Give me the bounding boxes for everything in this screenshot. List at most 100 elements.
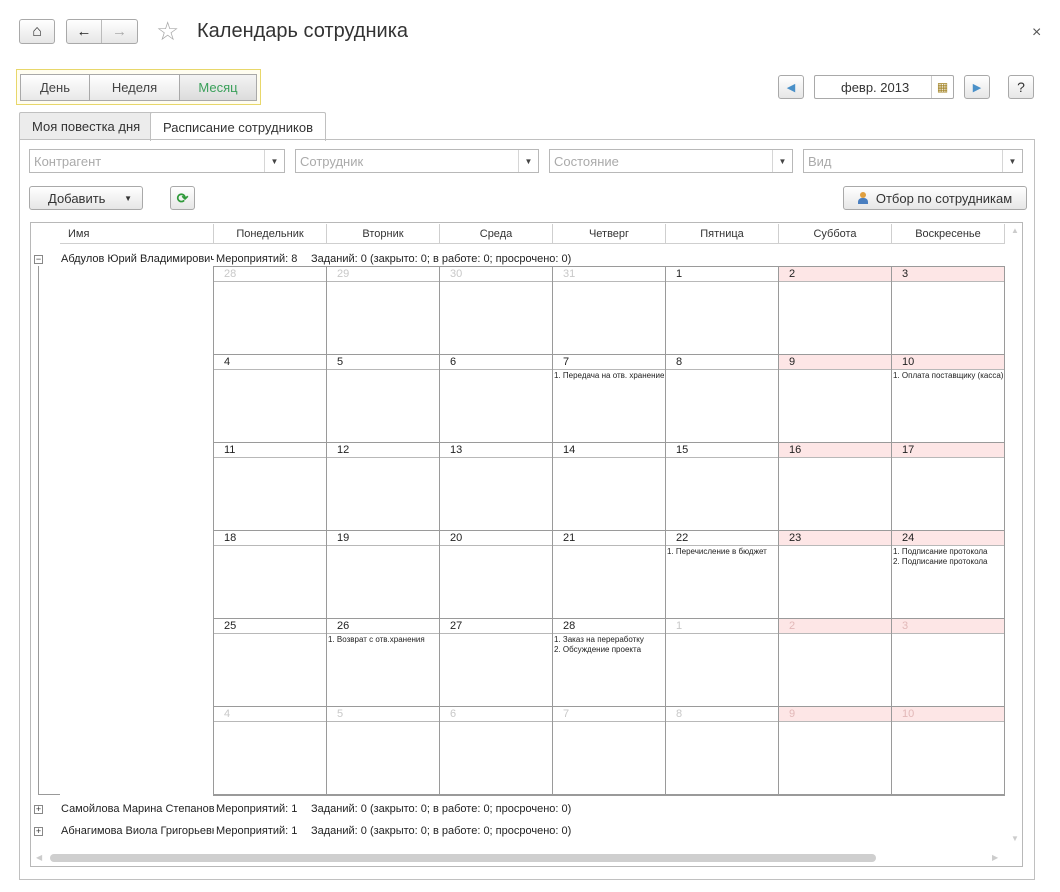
- horizontal-scrollbar[interactable]: [50, 854, 876, 862]
- event-item[interactable]: 1. Заказ на переработку: [554, 635, 664, 645]
- calendar-day-cell[interactable]: 28 1. Заказ на переработку 2. Обсуждение п…: [553, 619, 666, 707]
- calendar-day-cell[interactable]: 23: [779, 531, 892, 619]
- calendar-day-cell[interactable]: 20: [440, 531, 553, 619]
- calendar-day-cell[interactable]: 7: [553, 707, 666, 795]
- calendar-day-cell[interactable]: 24 1. Подписание протокола 2. Подписание п…: [892, 531, 1005, 619]
- calendar-icon[interactable]: ▦: [931, 76, 953, 98]
- day-number: 20: [440, 531, 552, 546]
- day-number: 5: [327, 355, 439, 370]
- tab-employee-schedule[interactable]: Расписание сотрудников: [150, 112, 326, 141]
- calendar-day-cell[interactable]: 29: [327, 267, 440, 355]
- calendar-day-cell[interactable]: 8: [666, 355, 779, 443]
- favorite-star-icon[interactable]: ☆: [156, 16, 179, 47]
- calendar-day-cell[interactable]: 18: [214, 531, 327, 619]
- state-filter[interactable]: Состояние ▼: [549, 149, 793, 173]
- calendar-day-cell[interactable]: 2: [779, 267, 892, 355]
- event-item[interactable]: 1. Перечисление в бюджет: [667, 547, 777, 557]
- calendar-day-cell[interactable]: 15: [666, 443, 779, 531]
- employee-filter[interactable]: Сотрудник ▼: [295, 149, 539, 173]
- calendar-day-cell[interactable]: 25: [214, 619, 327, 707]
- calendar-day-cell[interactable]: 10: [892, 707, 1005, 795]
- calendar-day-cell[interactable]: 3: [892, 619, 1005, 707]
- calendar-day-cell[interactable]: 16: [779, 443, 892, 531]
- calendar-day-cell[interactable]: 5: [327, 355, 440, 443]
- chevron-down-icon[interactable]: ▼: [518, 150, 538, 172]
- expand-toggle[interactable]: +: [34, 805, 43, 814]
- day-events: 1. Подписание протокола 2. Подписание про…: [893, 547, 1003, 567]
- calendar-day-cell[interactable]: 26 1. Возврат с отв.хранения: [327, 619, 440, 707]
- day-number: 29: [327, 267, 439, 282]
- calendar-day-cell[interactable]: 9: [779, 707, 892, 795]
- help-button[interactable]: ?: [1008, 75, 1034, 99]
- column-header-weekday: Среда: [440, 224, 553, 244]
- calendar-day-cell[interactable]: 8: [666, 707, 779, 795]
- event-item[interactable]: 2. Обсуждение проекта: [554, 645, 664, 655]
- counterparty-filter[interactable]: Контрагент ▼: [29, 149, 285, 173]
- calendar-day-cell[interactable]: 11: [214, 443, 327, 531]
- prev-period-button[interactable]: ◀: [778, 75, 804, 99]
- calendar-day-cell[interactable]: 4: [214, 355, 327, 443]
- select-employees-button[interactable]: Отбор по сотрудникам: [843, 186, 1027, 210]
- close-icon[interactable]: ×: [1032, 24, 1041, 42]
- calendar-day-cell[interactable]: 10 1. Оплата поставщику (касса): [892, 355, 1005, 443]
- event-item[interactable]: 1. Передача на отв. хранение: [554, 371, 664, 381]
- event-item[interactable]: 2. Подписание протокола: [893, 557, 1003, 567]
- next-period-button[interactable]: ▶: [964, 75, 990, 99]
- calendar-day-cell[interactable]: 4: [214, 707, 327, 795]
- period-week-button[interactable]: Неделя: [89, 74, 180, 101]
- scroll-up-icon[interactable]: ▲: [1011, 226, 1019, 235]
- page-title: Календарь сотрудника: [197, 20, 409, 42]
- scroll-down-icon[interactable]: ▼: [1011, 834, 1019, 843]
- forward-button[interactable]: →: [102, 20, 137, 43]
- calendar-day-cell[interactable]: 1: [666, 619, 779, 707]
- calendar-day-cell[interactable]: 3: [892, 267, 1005, 355]
- calendar-day-cell[interactable]: 31: [553, 267, 666, 355]
- employee-events-count: Мероприятий: 1: [216, 825, 298, 837]
- day-number: 28: [214, 267, 326, 282]
- day-number: 15: [666, 443, 778, 458]
- tab-my-agenda[interactable]: Моя повестка дня: [19, 112, 154, 140]
- employee-events-count: Мероприятий: 8: [216, 253, 298, 265]
- current-period-field[interactable]: февр. 2013 ▦: [814, 75, 954, 99]
- calendar-day-cell[interactable]: 30: [440, 267, 553, 355]
- scroll-left-icon[interactable]: ◀: [36, 853, 42, 862]
- calendar-day-cell[interactable]: 22 1. Перечисление в бюджет: [666, 531, 779, 619]
- calendar-day-cell[interactable]: 21: [553, 531, 666, 619]
- chevron-down-icon[interactable]: ▼: [772, 150, 792, 172]
- calendar-day-cell[interactable]: 27: [440, 619, 553, 707]
- calendar-day-cell[interactable]: 14: [553, 443, 666, 531]
- day-events: 1. Возврат с отв.хранения: [328, 635, 438, 645]
- back-button[interactable]: ←: [67, 20, 103, 43]
- scroll-right-icon[interactable]: ▶: [992, 853, 998, 862]
- collapse-toggle[interactable]: −: [34, 255, 43, 264]
- calendar-day-cell[interactable]: 6: [440, 707, 553, 795]
- period-month-button[interactable]: Месяц: [179, 74, 257, 101]
- day-number: 25: [214, 619, 326, 634]
- calendar-day-cell[interactable]: 7 1. Передача на отв. хранение: [553, 355, 666, 443]
- expand-toggle[interactable]: +: [34, 827, 43, 836]
- add-button[interactable]: Добавить ▼: [29, 186, 143, 210]
- day-number: 9: [779, 355, 891, 370]
- event-item[interactable]: 1. Оплата поставщику (касса): [893, 371, 1003, 381]
- chevron-down-icon[interactable]: ▼: [1002, 150, 1022, 172]
- calendar-day-cell[interactable]: 1: [666, 267, 779, 355]
- calendar-day-cell[interactable]: 28: [214, 267, 327, 355]
- type-filter[interactable]: Вид ▼: [803, 149, 1023, 173]
- refresh-button[interactable]: ⟳: [170, 186, 195, 210]
- calendar-day-cell[interactable]: 17: [892, 443, 1005, 531]
- event-item[interactable]: 1. Подписание протокола: [893, 547, 1003, 557]
- calendar-day-cell[interactable]: 2: [779, 619, 892, 707]
- calendar-day-cell[interactable]: 13: [440, 443, 553, 531]
- calendar-day-cell[interactable]: 12: [327, 443, 440, 531]
- home-icon: ⌂: [32, 22, 42, 40]
- chevron-down-icon[interactable]: ▼: [264, 150, 284, 172]
- day-number: 17: [892, 443, 1004, 458]
- period-day-button[interactable]: День: [20, 74, 90, 101]
- calendar-day-cell[interactable]: 19: [327, 531, 440, 619]
- calendar-day-cell[interactable]: 9: [779, 355, 892, 443]
- event-item[interactable]: 1. Возврат с отв.хранения: [328, 635, 438, 645]
- home-button[interactable]: ⌂: [19, 19, 55, 44]
- calendar-day-cell[interactable]: 5: [327, 707, 440, 795]
- calendar-day-cell[interactable]: 6: [440, 355, 553, 443]
- person-icon: [857, 192, 868, 204]
